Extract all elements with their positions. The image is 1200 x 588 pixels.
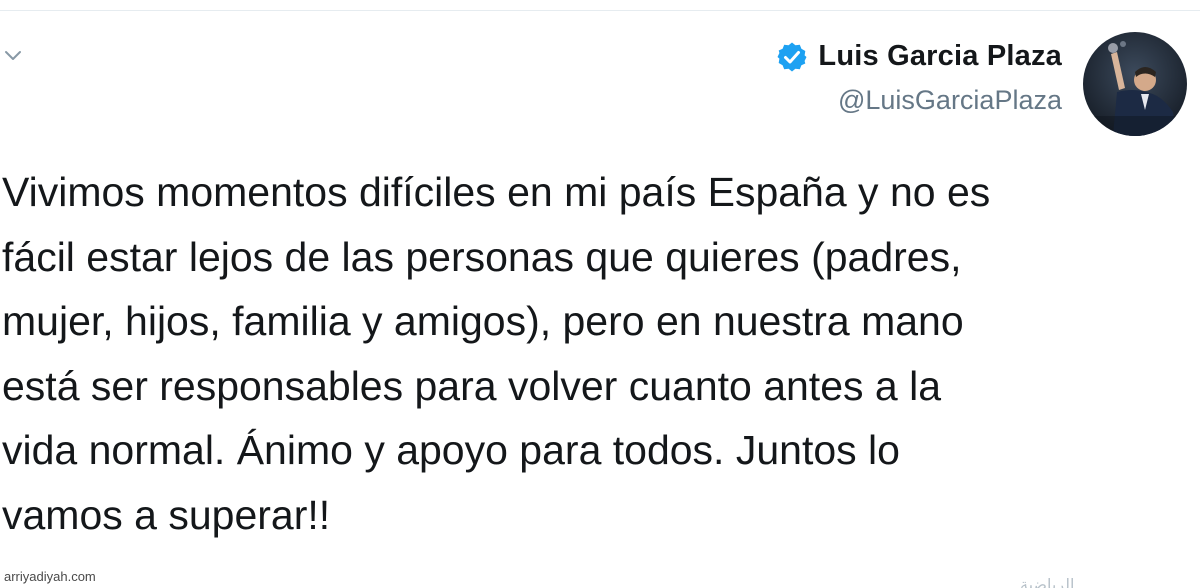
- author-handle[interactable]: @LuisGarciaPlaza: [776, 85, 1062, 116]
- top-divider: [0, 0, 1200, 11]
- author-display-name[interactable]: Luis Garcia Plaza: [818, 40, 1062, 73]
- site-watermark: arriyadiyah.com: [4, 569, 96, 584]
- verified-badge-icon: [776, 41, 808, 73]
- avatar[interactable]: [1083, 32, 1187, 136]
- tweet-author: Luis Garcia Plaza @LuisGarciaPlaza: [776, 40, 1062, 116]
- footer-text: الرياضية: [1020, 577, 1075, 588]
- name-row: Luis Garcia Plaza: [776, 40, 1062, 73]
- chevron-down-icon[interactable]: [2, 44, 24, 66]
- tweet-text: Vivimos momentos difíciles en mi país Es…: [2, 169, 991, 538]
